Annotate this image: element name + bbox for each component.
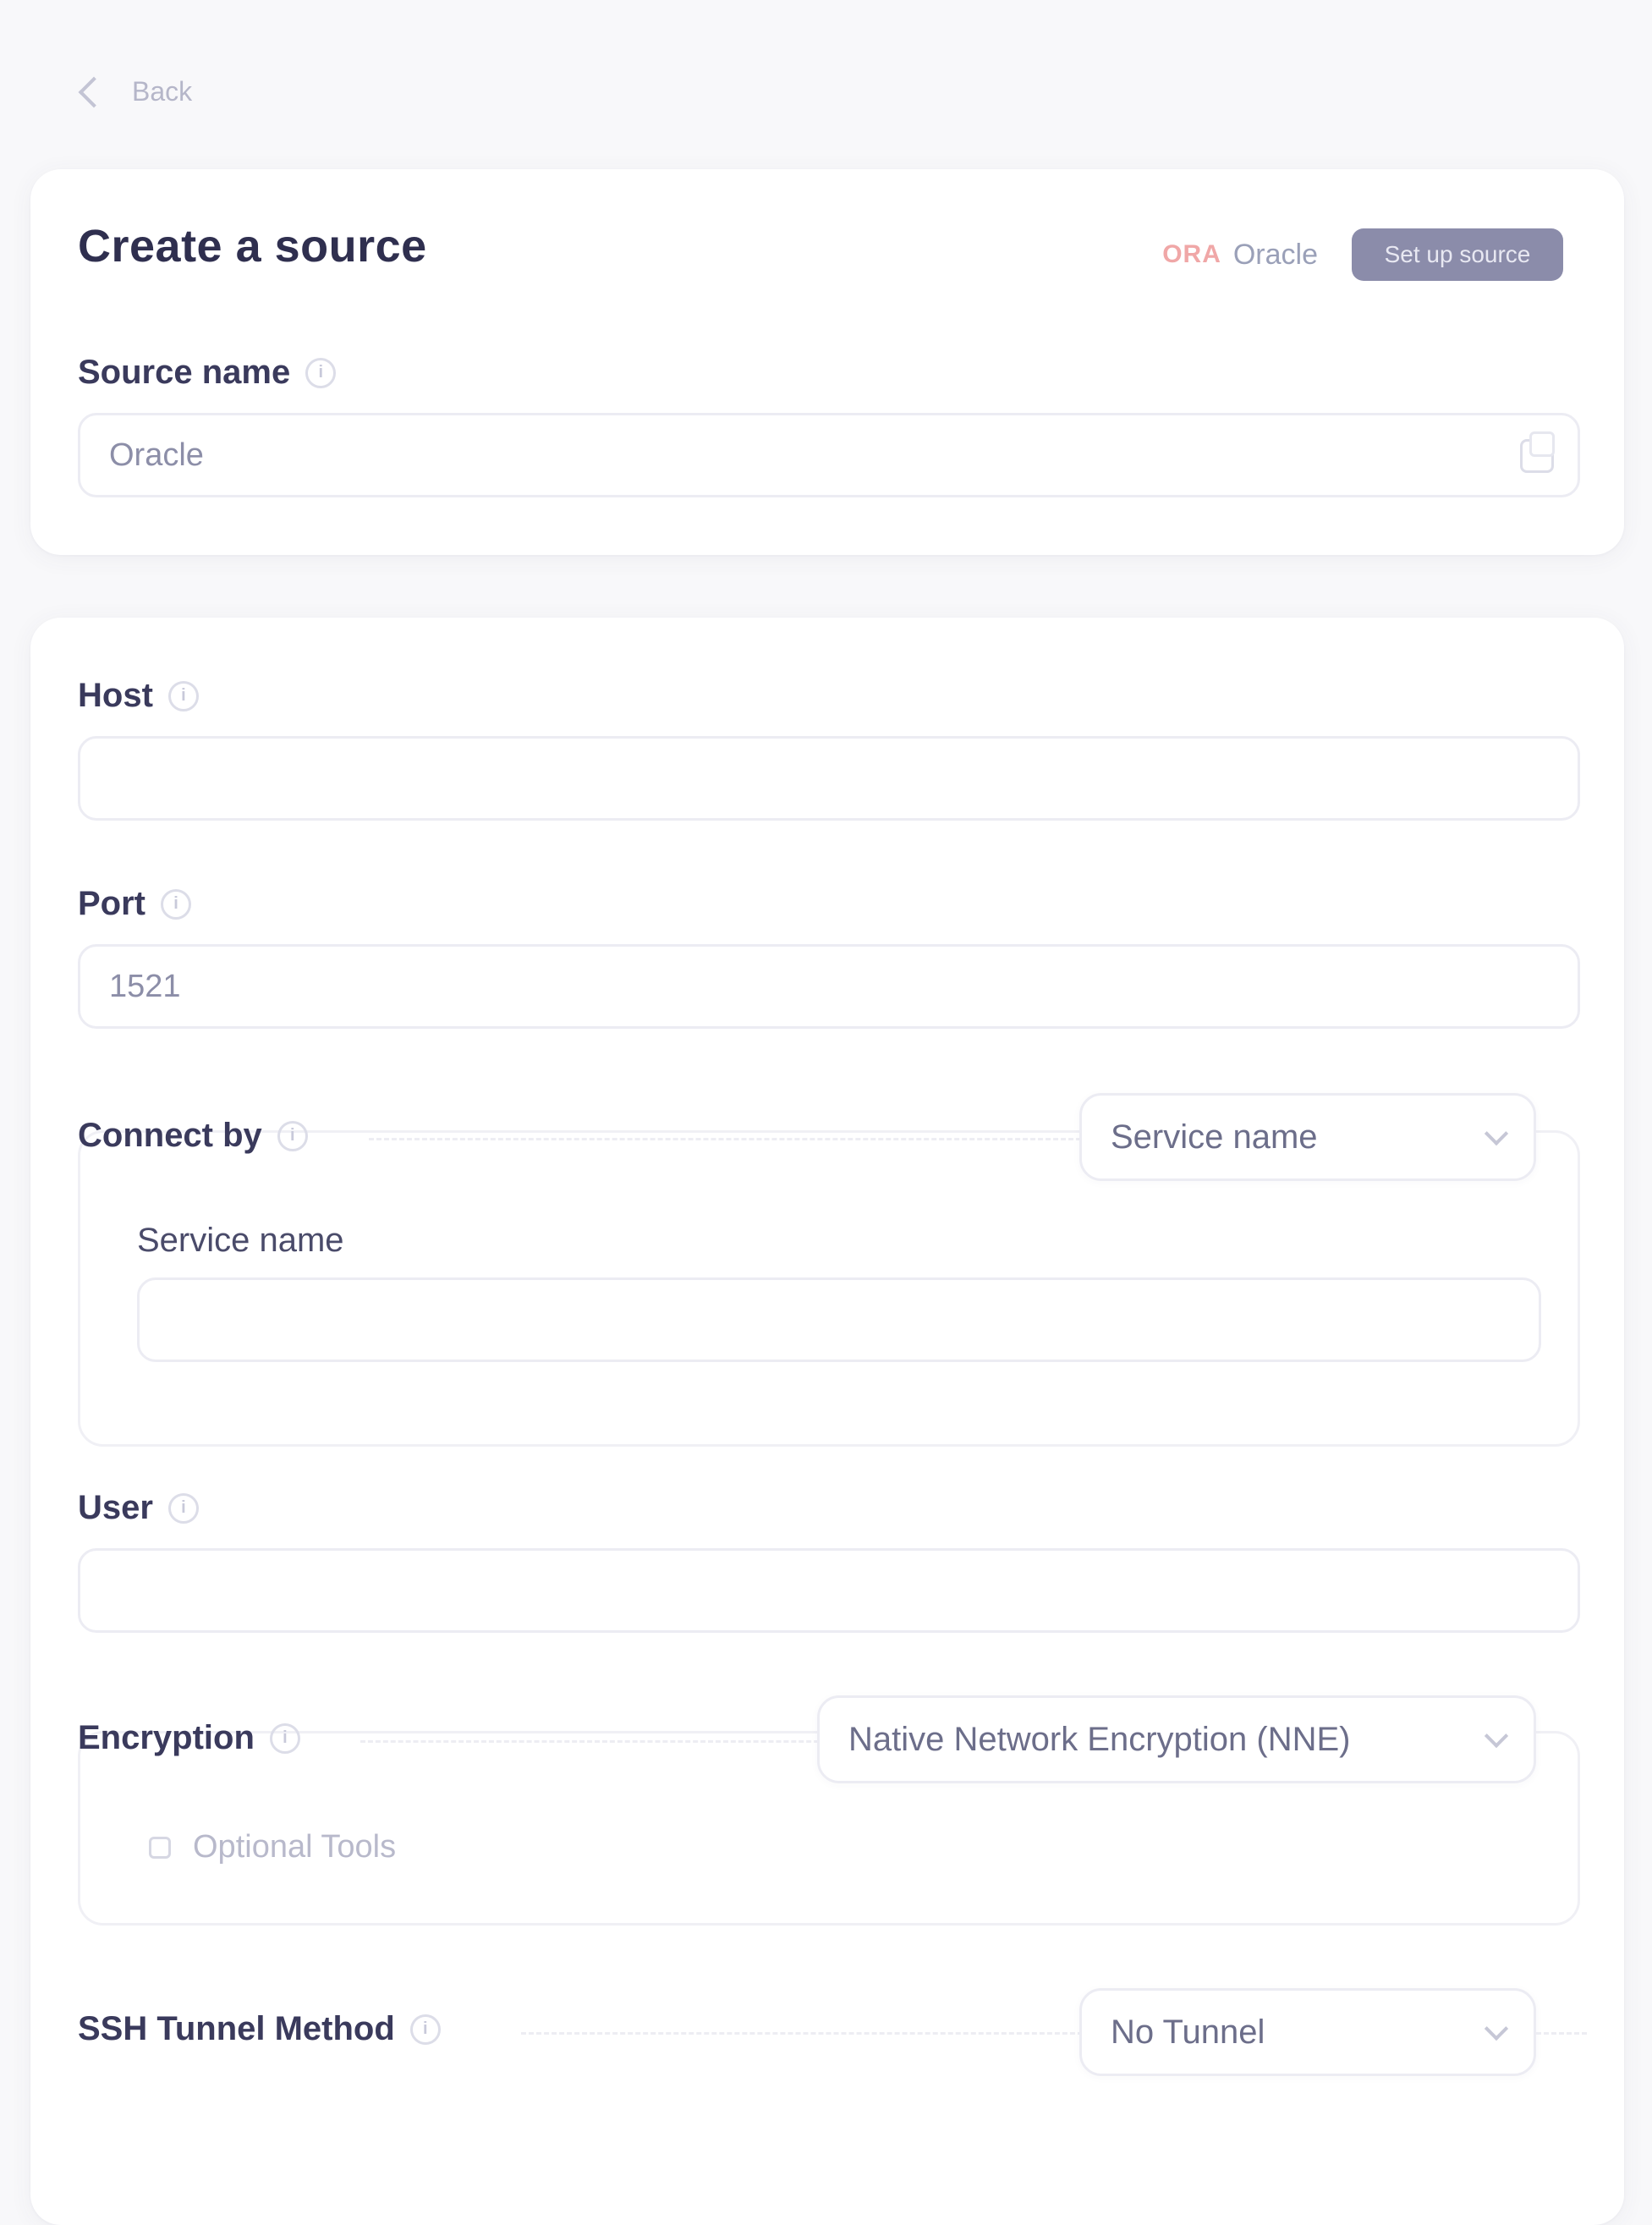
connection-form-card: Host i Port i 1521 Connect by i Service …: [30, 618, 1624, 2225]
source-header-card: Create a source ORA Oracle Set up source…: [30, 169, 1624, 555]
oracle-logo-icon: ORA: [1162, 240, 1221, 268]
connect-by-select[interactable]: Service name: [1079, 1093, 1536, 1181]
optional-tools-label: Optional Tools: [193, 1829, 397, 1865]
info-icon[interactable]: i: [409, 2013, 441, 2045]
service-name-label: Service name: [137, 1222, 344, 1259]
user-input[interactable]: [78, 1548, 1580, 1633]
info-icon[interactable]: i: [305, 357, 337, 388]
info-icon[interactable]: i: [277, 1120, 308, 1151]
source-name-input[interactable]: Oracle: [78, 413, 1580, 497]
host-input[interactable]: [78, 736, 1580, 821]
user-label: User i: [78, 1489, 199, 1527]
encryption-select[interactable]: Native Network Encryption (NNE): [817, 1695, 1536, 1783]
connect-by-selected: Service name: [1111, 1118, 1318, 1156]
connect-by-divider: [369, 1138, 1096, 1140]
source-name-label-text: Source name: [78, 354, 291, 391]
database-tag: ORA Oracle: [1162, 239, 1318, 272]
top-bar: Back: [0, 0, 1652, 186]
encryption-selected: Native Network Encryption (NNE): [848, 1720, 1351, 1758]
ssh-tunnel-divider: [521, 2032, 1113, 2035]
chevron-down-icon: [1484, 2016, 1509, 2041]
port-label: Port i: [78, 885, 191, 923]
page-title: Create a source: [78, 221, 427, 272]
set-up-source-button[interactable]: Set up source: [1352, 228, 1563, 281]
ssh-tunnel-label-text: SSH Tunnel Method: [78, 2010, 395, 2047]
checkbox-icon[interactable]: [149, 1836, 171, 1859]
info-icon[interactable]: i: [269, 1722, 300, 1754]
connect-by-label: Connect by i: [78, 1117, 308, 1155]
port-label-text: Port: [78, 885, 145, 922]
encryption-divider: [360, 1740, 834, 1743]
copy-icon[interactable]: [1520, 431, 1555, 473]
connect-by-label-text: Connect by: [78, 1117, 262, 1154]
header-actions: ORA Oracle Set up source: [1162, 228, 1563, 281]
encryption-label: Encryption i: [78, 1719, 300, 1757]
user-label-text: User: [78, 1489, 153, 1526]
info-icon[interactable]: i: [167, 680, 199, 711]
host-label: Host i: [78, 677, 199, 715]
back-link[interactable]: Back: [74, 76, 192, 107]
chevron-down-icon: [1484, 1121, 1509, 1146]
database-name: Oracle: [1232, 238, 1318, 271]
info-icon[interactable]: i: [161, 888, 191, 920]
ssh-tunnel-divider-end: [1536, 2032, 1587, 2035]
encryption-label-text: Encryption: [78, 1719, 255, 1756]
chevron-left-icon: [78, 76, 110, 107]
port-value: 1521: [109, 968, 181, 1004]
port-input[interactable]: 1521: [78, 944, 1580, 1029]
source-name-label: Source name i: [78, 354, 337, 392]
ssh-tunnel-select[interactable]: No Tunnel: [1079, 1988, 1536, 2076]
ssh-tunnel-label: SSH Tunnel Method i: [78, 2010, 441, 2048]
ssh-tunnel-selected: No Tunnel: [1111, 2013, 1265, 2051]
service-name-input[interactable]: [137, 1277, 1541, 1362]
source-name-value: Oracle: [109, 437, 204, 473]
back-label: Back: [132, 76, 193, 107]
optional-tools-option[interactable]: Optional Tools: [149, 1829, 396, 1865]
host-label-text: Host: [78, 677, 153, 714]
info-icon[interactable]: i: [167, 1492, 199, 1524]
chevron-down-icon: [1484, 1723, 1509, 1749]
